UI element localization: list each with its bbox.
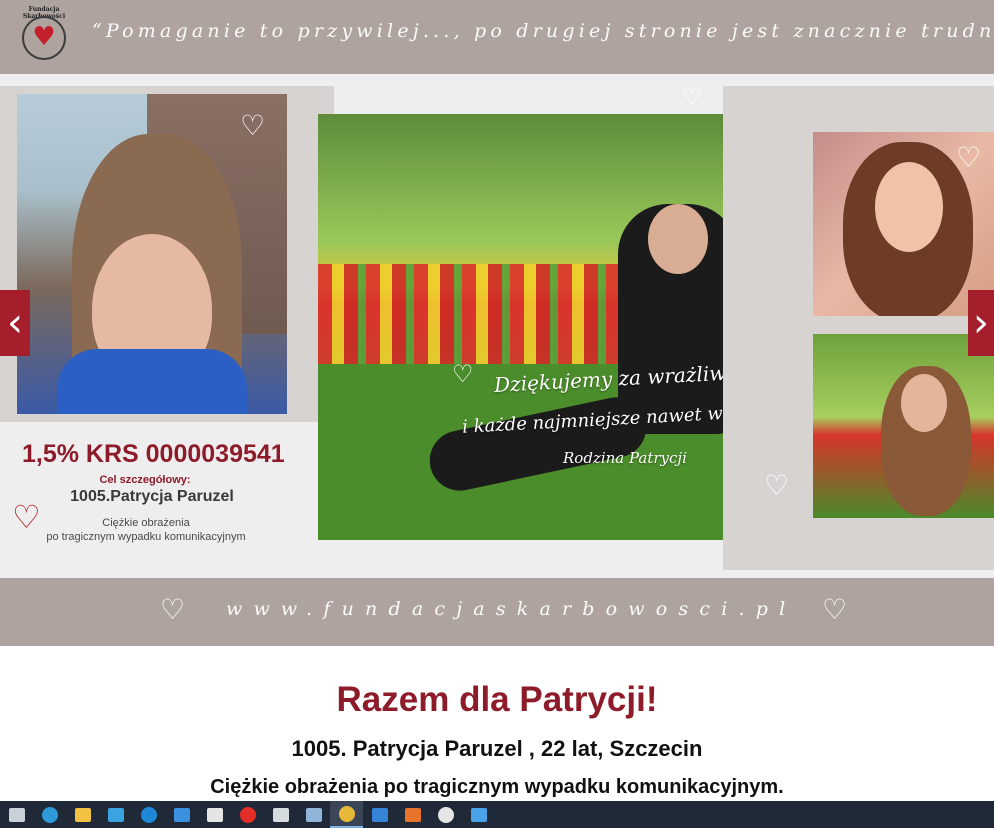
heart-outline-icon: ♡: [822, 593, 848, 626]
goal-desc-line-1: Ciężkie obrażenia: [102, 517, 190, 529]
printer-icon: [437, 806, 454, 823]
heart-icon: ♥: [32, 22, 56, 52]
face: [875, 162, 943, 252]
edge-legacy-icon: [140, 806, 157, 823]
blue-shirt: [57, 349, 247, 414]
carousel-next-button[interactable]: ›: [968, 290, 994, 356]
foundation-logo[interactable]: Fundacja Skarbowości ♥: [20, 6, 68, 66]
taskbar-youtube-button[interactable]: [231, 801, 264, 828]
taskbar-mail-button[interactable]: [165, 801, 198, 828]
heart-outline-icon: ♡: [240, 109, 266, 142]
krs-number: 1,5% KRS 0000039541: [22, 440, 285, 468]
face: [901, 374, 947, 432]
website-url[interactable]: www.fundacjaskarbowosci.pl: [226, 598, 796, 620]
thanks-signature: Rodzina Patrycji: [563, 449, 687, 467]
taskbar-edge-alt-button[interactable]: [99, 801, 132, 828]
document-icon: [272, 807, 289, 822]
taskbar-store-button[interactable]: [198, 801, 231, 828]
taskbar-photos-button[interactable]: [462, 801, 495, 828]
heart-outline-icon: ♡: [956, 141, 982, 174]
store-icon: [206, 807, 223, 822]
file-explorer-icon: [74, 807, 91, 822]
task-view-icon: [8, 807, 25, 822]
taskbar-task-view-button[interactable]: [0, 801, 33, 828]
person-head: [648, 204, 708, 274]
firefox-icon: [404, 807, 421, 822]
edge-icon: [41, 806, 58, 823]
taskbar-printer-button[interactable]: [429, 801, 462, 828]
person-info: 1005. Patrycja Paruzel , 22 lat, Szczeci…: [291, 736, 703, 761]
heart-outline-icon: ♡: [682, 85, 702, 110]
taskbar-firefox-button[interactable]: [396, 801, 429, 828]
heart-outline-icon: ♡: [452, 360, 474, 388]
taskbar-document-button[interactable]: [264, 801, 297, 828]
photo-right-bottom: [813, 334, 994, 518]
chrome-icon: [338, 805, 355, 822]
taskbar-app-button[interactable]: [297, 801, 330, 828]
taskbar-edge-button[interactable]: [33, 801, 66, 828]
goal-name: 1005.Patrycja Paruzel: [70, 488, 234, 505]
goal-desc-line-2: po tragicznym wypadku komunikacyjnym: [46, 531, 246, 543]
windows-taskbar: [0, 801, 994, 828]
taskbar-browser-button[interactable]: [363, 801, 396, 828]
banner-quote: “Pomaganie to przywilej..., po drugiej s…: [92, 20, 994, 42]
carousel-prev-button[interactable]: ‹: [0, 290, 30, 356]
taskbar-chrome-button[interactable]: [330, 801, 363, 828]
browser-icon: [371, 807, 388, 822]
youtube-icon: [239, 806, 256, 823]
edge-alt-icon: [107, 807, 124, 822]
case-description: Ciężkie obrażenia po tragicznym wypadku …: [210, 776, 784, 798]
page-title: Razem dla Patrycji!: [336, 680, 658, 719]
taskbar-file-explorer-button[interactable]: [66, 801, 99, 828]
heart-outline-icon: ♡: [160, 593, 186, 626]
heart-outline-icon: ♡: [764, 469, 790, 502]
photo-patrycja-portrait: [17, 94, 287, 414]
taskbar-edge-legacy-button[interactable]: [132, 801, 165, 828]
goal-label: Cel szczegółowy:: [99, 474, 191, 486]
app-icon: [305, 807, 322, 822]
goal-description: Ciężkie obrażenia po tragicznym wypadku …: [0, 516, 292, 544]
photos-icon: [470, 807, 487, 822]
mail-icon: [173, 807, 190, 822]
